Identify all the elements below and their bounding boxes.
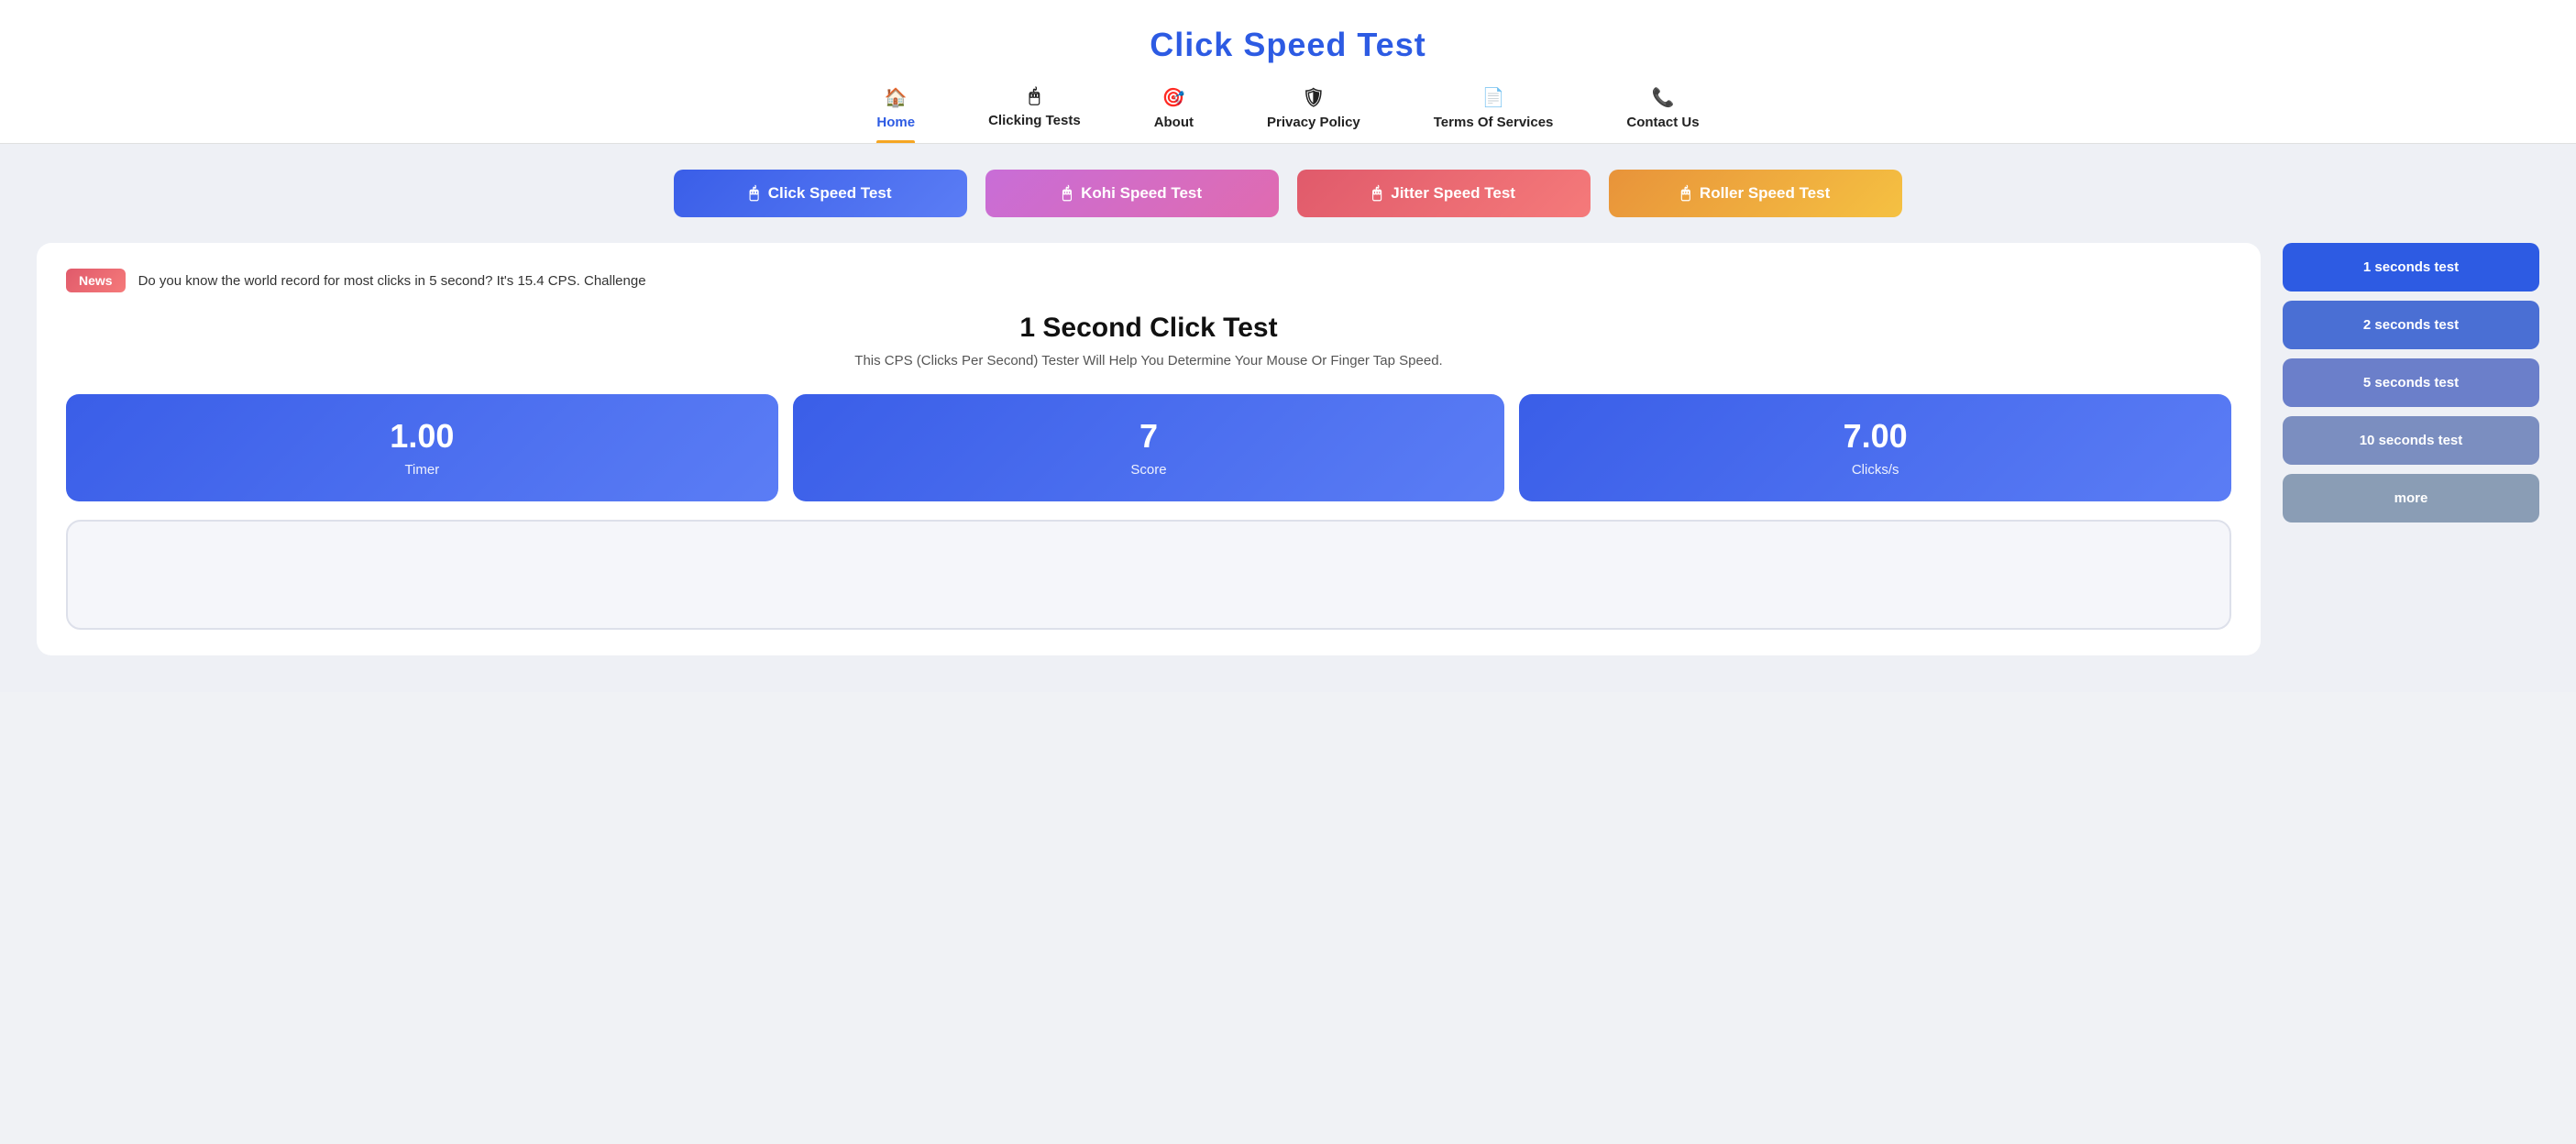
btn-1-seconds-test[interactable]: 1 seconds test bbox=[2283, 243, 2539, 292]
click-area[interactable] bbox=[66, 520, 2231, 630]
btn-5-seconds-test[interactable]: 5 seconds test bbox=[2283, 358, 2539, 407]
nav-label-privacy-policy: Privacy Policy bbox=[1267, 115, 1360, 130]
news-text: Do you know the world record for most cl… bbox=[138, 273, 646, 289]
jitter-speed-test-label: Jitter Speed Test bbox=[1391, 184, 1515, 203]
jitter-speed-test-button[interactable]: 🖱 Jitter Speed Test bbox=[1297, 170, 1591, 217]
click-speed-test-label: Click Speed Test bbox=[768, 184, 892, 203]
news-badge: News bbox=[66, 269, 126, 292]
clicks-per-second-card: 7.00 Clicks/s bbox=[1519, 394, 2231, 501]
jitter-speed-test-mouse-icon: 🖱 bbox=[1372, 184, 1382, 203]
main-content: News Do you know the world record for mo… bbox=[0, 243, 2576, 692]
roller-speed-test-button[interactable]: 🖱 Roller Speed Test bbox=[1609, 170, 1902, 217]
roller-speed-test-label: Roller Speed Test bbox=[1700, 184, 1830, 203]
score-card: 7 Score bbox=[793, 394, 1505, 501]
btn-10-seconds-test-label: 10 seconds test bbox=[2360, 433, 2463, 448]
nav-item-home[interactable]: 🏠 Home bbox=[876, 86, 915, 143]
document-icon: 📄 bbox=[1482, 86, 1505, 109]
score-label: Score bbox=[808, 462, 1491, 478]
click-speed-test-button[interactable]: 🖱 Click Speed Test bbox=[674, 170, 967, 217]
nav-label-clicking-tests: Clicking Tests bbox=[988, 113, 1081, 128]
right-sidebar: 1 seconds test 2 seconds test 5 seconds … bbox=[2283, 243, 2539, 655]
home-icon: 🏠 bbox=[885, 86, 908, 109]
clicks-per-second-value: 7.00 bbox=[1534, 418, 2217, 455]
kohi-speed-test-mouse-icon: 🖱 bbox=[1062, 184, 1072, 203]
btn-more[interactable]: more bbox=[2283, 474, 2539, 522]
test-title: 1 Second Click Test bbox=[66, 313, 2231, 344]
test-subtitle: This CPS (Clicks Per Second) Tester Will… bbox=[66, 353, 2231, 368]
site-header: Click Speed Test 🏠 Home 🖱 Clicking Tests… bbox=[0, 0, 2576, 144]
nav-item-privacy-policy[interactable]: 🛡 Privacy Policy bbox=[1267, 86, 1360, 143]
timer-card: 1.00 Timer bbox=[66, 394, 778, 501]
btn-2-seconds-test-label: 2 seconds test bbox=[2363, 317, 2459, 333]
kohi-speed-test-label: Kohi Speed Test bbox=[1081, 184, 1202, 203]
site-title: Click Speed Test bbox=[0, 26, 2576, 64]
nav-item-clicking-tests[interactable]: 🖱 Clicking Tests bbox=[988, 86, 1081, 143]
btn-more-label: more bbox=[2394, 490, 2428, 506]
roller-speed-test-mouse-icon: 🖱 bbox=[1681, 184, 1690, 203]
timer-label: Timer bbox=[81, 462, 764, 478]
nav-item-about[interactable]: 🎯 About bbox=[1154, 86, 1194, 143]
nav-label-about: About bbox=[1154, 115, 1194, 130]
target-icon: 🎯 bbox=[1162, 86, 1185, 109]
phone-icon: 📞 bbox=[1652, 86, 1675, 109]
stats-row: 1.00 Timer 7 Score 7.00 Clicks/s bbox=[66, 394, 2231, 501]
clicks-per-second-label: Clicks/s bbox=[1534, 462, 2217, 478]
nav-label-home: Home bbox=[876, 115, 915, 130]
mouse-icon: 🖱 bbox=[1029, 86, 1040, 107]
nav-item-terms-of-services[interactable]: 📄 Terms Of Services bbox=[1434, 86, 1554, 143]
nav-label-terms-of-services: Terms Of Services bbox=[1434, 115, 1554, 130]
center-panel: News Do you know the world record for mo… bbox=[37, 243, 2261, 655]
timer-value: 1.00 bbox=[81, 418, 764, 455]
btn-1-seconds-test-label: 1 seconds test bbox=[2363, 259, 2459, 275]
btn-2-seconds-test[interactable]: 2 seconds test bbox=[2283, 301, 2539, 349]
click-speed-test-mouse-icon: 🖱 bbox=[750, 184, 759, 203]
kohi-speed-test-button[interactable]: 🖱 Kohi Speed Test bbox=[985, 170, 1279, 217]
btn-5-seconds-test-label: 5 seconds test bbox=[2363, 375, 2459, 390]
news-banner: News Do you know the world record for mo… bbox=[66, 269, 2231, 292]
shield-icon: 🛡 bbox=[1302, 86, 1325, 109]
banner-row: 🖱 Click Speed Test 🖱 Kohi Speed Test 🖱 J… bbox=[0, 144, 2576, 243]
score-value: 7 bbox=[808, 418, 1491, 455]
main-nav: 🏠 Home 🖱 Clicking Tests 🎯 About 🛡 Privac… bbox=[0, 86, 2576, 143]
btn-10-seconds-test[interactable]: 10 seconds test bbox=[2283, 416, 2539, 465]
nav-item-contact-us[interactable]: 📞 Contact Us bbox=[1626, 86, 1699, 143]
nav-label-contact-us: Contact Us bbox=[1626, 115, 1699, 130]
